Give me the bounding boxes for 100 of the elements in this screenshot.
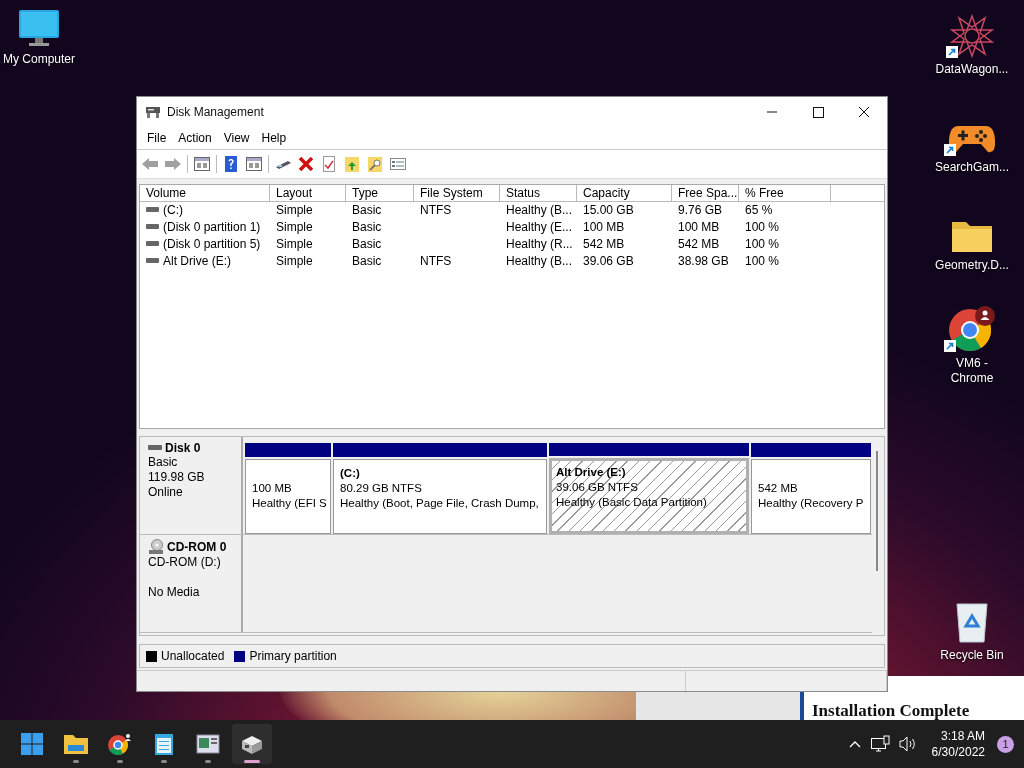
disk-name: Disk 0	[165, 440, 201, 455]
column-header[interactable]: Type	[346, 184, 414, 202]
column-header[interactable]: Capacity	[577, 184, 672, 202]
table-cell: Simple	[276, 252, 313, 270]
folder-icon	[63, 733, 89, 755]
table-cell: Basic	[352, 201, 382, 219]
table-cell: 100 MB	[583, 218, 625, 236]
partition-detail: Healthy (Boot, Page File, Crash Dump,	[340, 495, 540, 511]
desktop-icon-label[interactable]: SearchGam...	[927, 160, 1017, 175]
column-header[interactable]: Free Spa...	[672, 184, 739, 202]
disk-detail: CD-ROM (D:)	[148, 554, 222, 570]
desktop-icon-label[interactable]: DataWagon...	[927, 62, 1017, 77]
time-text: 3:18 AM	[940, 728, 985, 744]
taskbar-app-button[interactable]	[232, 724, 272, 764]
chevron-up-icon[interactable]	[847, 739, 862, 749]
table-cell: Simple	[276, 201, 313, 219]
partition-box[interactable]: Alt Drive (E:) 39.06 GB NTFS Healthy (Basic Data Partition)	[549, 458, 749, 534]
table-cell: (Disk 0 partition 1)	[163, 218, 261, 236]
disk-detail: Online	[148, 484, 184, 500]
table-cell: 15.00 GB	[583, 201, 634, 219]
star-pattern-icon[interactable]	[950, 14, 994, 58]
table-cell: Basic	[352, 218, 382, 236]
delete-icon[interactable]	[297, 154, 315, 173]
monitor-icon[interactable]	[17, 8, 61, 48]
table-cell: Basic	[352, 252, 382, 270]
disk-drive-icon	[145, 105, 161, 119]
table-cell: 542 MB	[678, 235, 720, 253]
recycle-bin-icon[interactable]	[953, 600, 991, 644]
partition-box[interactable]: 100 MB Healthy (EFI S	[245, 458, 331, 534]
table-cell: Healthy (R...	[506, 235, 573, 253]
volume-icon[interactable]	[897, 735, 918, 753]
table-cell: 100 %	[745, 252, 780, 270]
date-text: 6/30/2022	[931, 744, 985, 760]
table-cell: Alt Drive (E:)	[163, 252, 231, 270]
window-app-icon	[196, 734, 220, 754]
partition-detail: 100 MB	[252, 480, 293, 496]
notepad-icon	[154, 732, 174, 756]
desktop-icon-label[interactable]: My Computer	[0, 52, 84, 67]
table-cell: 39.06 GB	[583, 252, 634, 270]
table-cell: 100 %	[745, 235, 780, 253]
browser-icon	[107, 732, 133, 756]
disk-detail: Basic	[148, 454, 179, 470]
clock[interactable]: 3:18 AM 6/30/2022	[931, 728, 985, 760]
console-pane-icon[interactable]	[193, 154, 211, 173]
volume-icon	[146, 241, 159, 248]
disk-detail: No Media	[148, 584, 201, 600]
partition-title: Alt Drive (E:)	[556, 465, 627, 481]
table-cell: Simple	[276, 235, 313, 253]
partition-box[interactable]: 542 MB Healthy (Recovery P	[751, 458, 871, 534]
volume-icon	[146, 207, 159, 214]
column-header[interactable]: Layout	[270, 184, 346, 202]
partition-detail: Healthy (Recovery P	[758, 495, 864, 511]
desktop-icon-label[interactable]: Recycle Bin	[927, 648, 1017, 663]
help-icon[interactable]	[222, 154, 240, 173]
windows-logo-icon	[21, 733, 43, 755]
menu-item[interactable]: Action	[172, 128, 218, 147]
table-cell: (Disk 0 partition 5)	[163, 235, 261, 253]
column-header[interactable]: File System	[414, 184, 500, 202]
desktop-icon-label[interactable]: VM6 - Chrome	[942, 356, 1002, 386]
network-icon[interactable]	[869, 735, 890, 753]
legend-label: Unallocated	[161, 649, 225, 664]
volume-icon	[146, 258, 159, 265]
notification-badge[interactable]: 1	[997, 735, 1014, 753]
menu-item[interactable]: Help	[255, 128, 293, 147]
table-cell: 100 %	[745, 218, 780, 236]
table-cell: 9.76 GB	[678, 201, 723, 219]
action-pane-icon[interactable]	[245, 154, 263, 173]
table-cell: Healthy (B...	[506, 201, 573, 219]
table-cell: NTFS	[420, 252, 452, 270]
partition-box[interactable]: (C:) 80.29 GB NTFS Healthy (Boot, Page File, Crash Dump,	[333, 458, 547, 534]
partition-detail: Healthy (Basic Data Partition)	[556, 495, 708, 511]
cd-drive-icon	[148, 538, 164, 555]
partition-detail: 39.06 GB NTFS	[556, 480, 639, 496]
menu-item[interactable]: File	[141, 128, 173, 147]
table-cell: 38.98 GB	[678, 252, 729, 270]
window-title: Disk Management	[167, 105, 264, 119]
column-header[interactable]: Volume	[140, 184, 270, 202]
table-cell: (C:)	[163, 201, 183, 219]
table-cell: 65 %	[745, 201, 773, 219]
volume-icon	[146, 224, 159, 231]
table-cell: Basic	[352, 235, 382, 253]
window-title: Installation Complete	[812, 702, 970, 720]
table-cell: 100 MB	[678, 218, 720, 236]
column-header[interactable]: % Free	[739, 184, 831, 202]
partition-detail: Healthy (EFI S	[252, 495, 324, 511]
shortcut-arrow-icon	[944, 340, 956, 352]
table-cell: 542 MB	[583, 235, 625, 253]
browser-icon[interactable]	[948, 306, 996, 352]
shortcut-arrow-icon	[944, 144, 956, 156]
column-header[interactable]: Status	[500, 184, 577, 202]
document-check-icon[interactable]	[320, 154, 338, 173]
folder-search-icon[interactable]	[366, 154, 384, 173]
disk-name: CD-ROM 0	[167, 539, 227, 554]
desktop-icon-label[interactable]: Geometry.D...	[927, 258, 1017, 273]
partition-title: (C:)	[340, 465, 361, 481]
disk-detail: 119.98 GB	[148, 469, 206, 485]
partition-detail: 542 MB	[758, 480, 799, 496]
menu-item[interactable]: View	[217, 128, 256, 147]
shortcut-arrow-icon	[946, 46, 958, 58]
table-cell: Simple	[276, 218, 313, 236]
